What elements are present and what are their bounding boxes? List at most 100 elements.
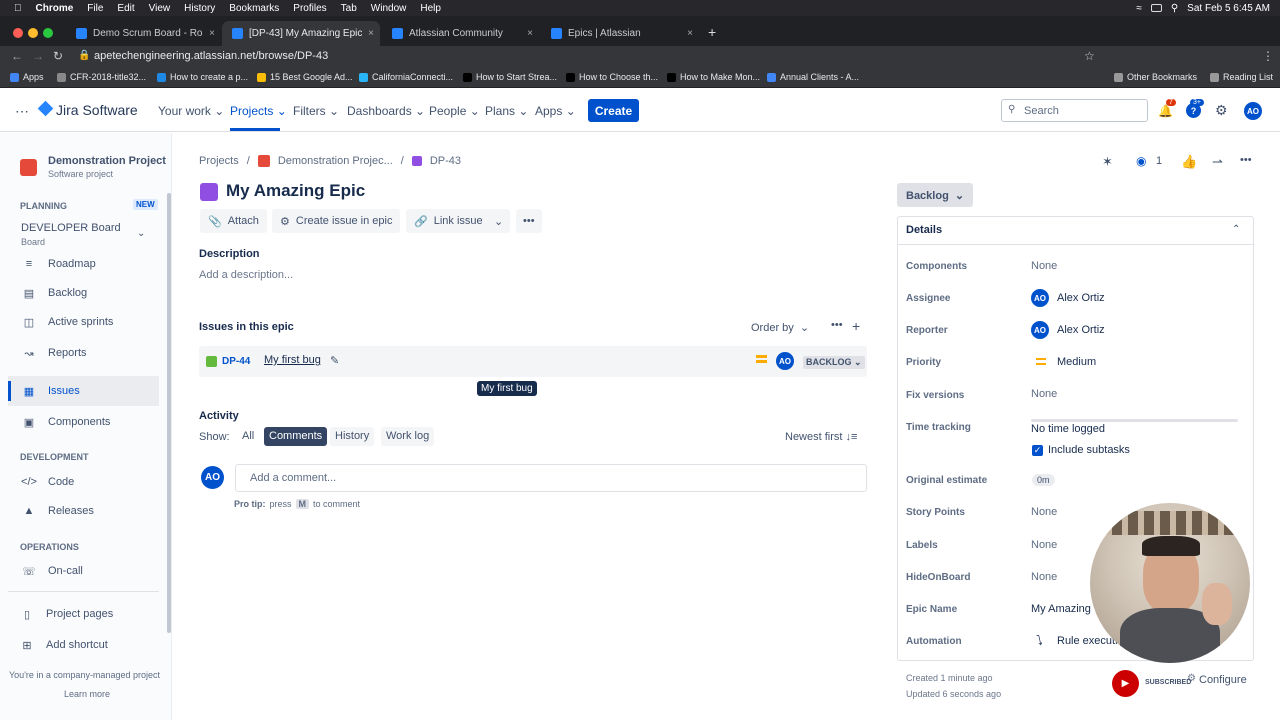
more-actions-button[interactable]: ••• <box>516 209 542 233</box>
like-icon[interactable]: 👍 <box>1181 154 1197 170</box>
sidebar-item-roadmap[interactable]: ≡ Roadmap <box>22 257 96 271</box>
include-subtasks-checkbox[interactable]: ✓ <box>1032 445 1043 456</box>
automation-value[interactable]: Rule executi <box>1057 635 1118 647</box>
close-window-icon[interactable] <box>13 28 23 38</box>
add-child-issue-icon[interactable]: + <box>852 318 860 334</box>
chrome-menu-icon[interactable]: ⋮ <box>1262 49 1274 63</box>
nav-dashboards[interactable]: Dashboards ⌄ <box>347 104 425 118</box>
apple-icon[interactable]:  <box>14 3 22 14</box>
menu-view[interactable]: View <box>149 3 171 14</box>
hide-on-board-value[interactable]: None <box>1031 571 1057 583</box>
notifications-icon[interactable]: 🔔 <box>1158 104 1173 118</box>
epic-name-value[interactable]: My Amazing <box>1031 603 1091 615</box>
reload-icon[interactable]: ↻ <box>53 49 63 63</box>
share-icon[interactable]: ⇀ <box>1212 154 1223 170</box>
bookmark[interactable]: How to Choose th... <box>566 72 658 82</box>
bookmark[interactable]: CaliforniaConnecti... <box>359 72 453 82</box>
bookmark-apps[interactable]: Apps <box>10 72 44 82</box>
menu-help[interactable]: Help <box>420 3 441 14</box>
battery-icon[interactable] <box>1150 4 1162 12</box>
forward-icon[interactable]: → <box>32 49 44 63</box>
menu-history[interactable]: History <box>184 3 215 14</box>
search-input[interactable]: Search <box>1001 99 1148 122</box>
bookmark[interactable]: How to Start Strea... <box>463 72 557 82</box>
child-issue-key[interactable]: DP-44 <box>222 356 250 367</box>
nav-projects[interactable]: Projects ⌄ <box>230 104 287 118</box>
browser-tab-active[interactable]: [DP-43] My Amazing Epic - Jira× <box>222 21 380 46</box>
sidebar-item-code[interactable]: </> Code <box>21 475 74 489</box>
sidebar-item-releases[interactable]: ▲ Releases <box>22 504 94 518</box>
app-switcher-icon[interactable]: ⋯ <box>15 103 29 120</box>
edit-pencil-icon[interactable]: ✎ <box>330 354 339 367</box>
reading-list[interactable]: Reading List <box>1210 72 1273 82</box>
sidebar-item-active-sprints[interactable]: ◫ Active sprints <box>22 315 114 329</box>
sidebar-item-add-shortcut[interactable]: ⊞ Add shortcut <box>20 638 107 652</box>
breadcrumb-projects[interactable]: Projects <box>199 155 239 167</box>
sidebar-item-reports[interactable]: ↝ Reports <box>22 346 86 360</box>
wifi-icon[interactable]: ≈ <box>1136 3 1142 14</box>
sidebar-item-backlog[interactable]: ▤ Backlog <box>22 286 87 300</box>
new-tab-icon[interactable]: + <box>708 24 716 40</box>
other-bookmarks[interactable]: Other Bookmarks <box>1114 72 1197 82</box>
details-header[interactable] <box>898 217 1253 245</box>
assignee-avatar[interactable]: AO <box>776 352 794 370</box>
chevron-up-icon[interactable]: ⌃ <box>1232 224 1240 235</box>
filter-comments[interactable]: Comments <box>264 427 328 446</box>
epic-type-icon[interactable] <box>200 183 218 201</box>
bookmark[interactable]: How to create a p... <box>157 72 248 82</box>
menu-file[interactable]: File <box>87 3 103 14</box>
attach-button[interactable]: 📎 Attach <box>200 209 267 233</box>
bookmark[interactable]: Annual Clients - A... <box>767 72 859 82</box>
board-name[interactable]: DEVELOPER Board <box>21 222 121 234</box>
sidebar-scrollbar[interactable] <box>167 193 171 633</box>
order-by-dropdown[interactable]: Order by ⌄ <box>751 321 809 334</box>
create-issue-in-epic-button[interactable]: ⚙ Create issue in epic <box>272 209 401 233</box>
story-points-value[interactable]: None <box>1031 506 1057 518</box>
watch-eye-icon[interactable]: ◉ <box>1136 154 1146 168</box>
lock-icon[interactable]: 🔒 <box>78 50 90 61</box>
bookmark-star-icon[interactable]: ☆ <box>1084 49 1095 63</box>
link-issue-button[interactable]: 🔗 Link issue <box>406 209 491 233</box>
sidebar-item-on-call[interactable]: ☏ On-call <box>22 564 83 578</box>
nav-your-work[interactable]: Your work ⌄ <box>158 104 224 118</box>
feedback-megaphone-icon[interactable]: ✶ <box>1102 154 1113 170</box>
child-issue-summary[interactable]: My first bug <box>264 354 321 366</box>
browser-tab[interactable]: Atlassian Community × <box>382 21 539 46</box>
settings-gear-icon[interactable]: ⚙ <box>1215 102 1228 119</box>
status-dropdown[interactable]: BACKLOG ⌄ <box>803 356 865 369</box>
issue-title[interactable]: My Amazing Epic <box>226 181 365 201</box>
watchers-count[interactable]: 1 <box>1156 155 1162 167</box>
filter-all[interactable]: All <box>236 427 260 446</box>
configure-link[interactable]: Configure <box>1199 674 1247 686</box>
more-icon[interactable]: ••• <box>831 319 843 331</box>
original-estimate-value[interactable]: 0m <box>1032 474 1055 486</box>
menu-bookmarks[interactable]: Bookmarks <box>229 3 279 14</box>
assignee-value[interactable]: Alex Ortiz <box>1057 292 1105 304</box>
bookmark[interactable]: How to Make Mon... <box>667 72 760 82</box>
bookmark[interactable]: CFR-2018-title32... <box>57 72 146 82</box>
close-tab-icon[interactable]: × <box>521 28 539 39</box>
comment-input[interactable]: Add a comment... <box>235 464 867 492</box>
minimize-window-icon[interactable] <box>28 28 38 38</box>
components-value[interactable]: None <box>1031 260 1057 272</box>
search-spotlight-icon[interactable]: ⚲ <box>1171 3 1178 14</box>
labels-value[interactable]: None <box>1031 539 1057 551</box>
create-button[interactable]: Create <box>588 99 639 122</box>
nav-filters[interactable]: Filters ⌄ <box>293 104 339 118</box>
filter-work-log[interactable]: Work log <box>381 427 435 446</box>
priority-value[interactable]: Medium <box>1057 356 1096 368</box>
chevron-down-icon[interactable]: ⌄ <box>137 228 145 239</box>
sidebar-item-project-pages[interactable]: ▯ Project pages <box>20 607 113 621</box>
menu-profiles[interactable]: Profiles <box>293 3 326 14</box>
learn-more-link[interactable]: Learn more <box>64 689 110 699</box>
breadcrumb-project[interactable]: Demonstration Projec... <box>278 155 393 167</box>
nav-plans[interactable]: Plans ⌄ <box>485 104 528 118</box>
sidebar-item-components[interactable]: ▣ Components <box>22 415 111 429</box>
back-icon[interactable]: ← <box>11 49 23 63</box>
browser-tab[interactable]: Epics | Atlassian × <box>541 21 699 46</box>
url-input[interactable]: apetechengineering.atlassian.net/browse/… <box>94 50 328 62</box>
breadcrumb-issue-key[interactable]: DP-43 <box>430 155 461 167</box>
status-button[interactable]: Backlog ⌄ <box>897 183 973 207</box>
close-tab-icon[interactable]: × <box>681 28 699 39</box>
sort-toggle[interactable]: Newest first ↓≡ <box>785 431 857 443</box>
